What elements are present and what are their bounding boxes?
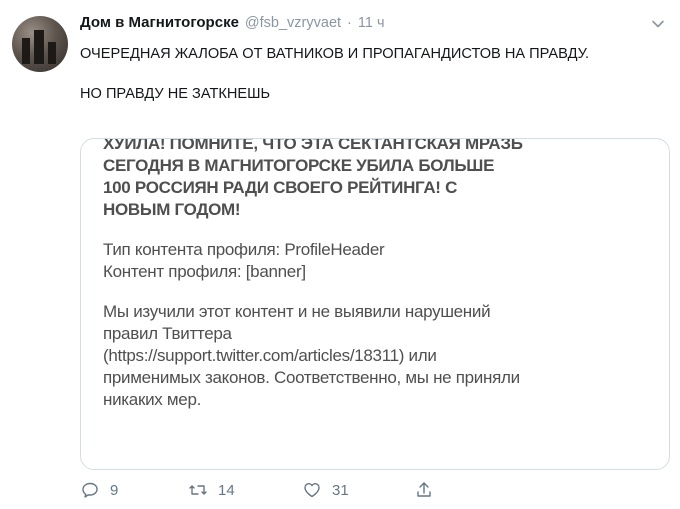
screenshot-line: ХУЙЛА! ПОМНИТЕ, ЧТО ЭТА СЕКТАНТСКАЯ МРАЗ… — [103, 138, 523, 153]
screenshot-line: Мы изучили этот контент и не выявили нар… — [103, 302, 491, 321]
retweet-icon — [189, 485, 207, 495]
chevron-down-icon[interactable] — [650, 16, 666, 32]
screenshot-line: применимых законов. Соответственно, мы н… — [103, 368, 520, 387]
screenshot-line: Тип контента профиля: ProfileHeader — [103, 240, 385, 259]
screenshot-line: правил Твиттера — [103, 324, 232, 343]
like-icon — [304, 483, 320, 498]
like-count: 31 — [332, 481, 349, 499]
tweet-text-line: ОЧЕРЕДНАЯ ЖАЛОБА ОТ ВАТНИКОВ И ПРОПАГАНД… — [80, 46, 589, 62]
screenshot-line: Контент профиля: [banner] — [103, 262, 306, 281]
screenshot-line: (https://support.twitter.com/articles/18… — [103, 346, 437, 365]
screenshot-line: 100 РОССИЯН РАДИ СВОЕГО РЕЙТИНГА! С — [103, 178, 458, 197]
tweet[interactable]: Дом в Магнитогорске @fsb_vzryvaet · 11 ч… — [0, 0, 680, 509]
separator: · — [347, 15, 352, 31]
tweet-header: Дом в Магнитогорске @fsb_vzryvaet · 11 ч — [80, 14, 640, 36]
avatar[interactable] — [12, 16, 68, 72]
like-button[interactable]: 31 — [302, 480, 349, 500]
retweet-count: 14 — [218, 481, 235, 499]
share-icon — [417, 482, 431, 497]
timestamp[interactable]: 11 ч — [358, 15, 385, 31]
share-button[interactable] — [414, 480, 434, 500]
reply-count: 9 — [110, 481, 119, 499]
reply-button[interactable]: 9 — [80, 480, 118, 500]
reply-icon — [82, 482, 98, 498]
tweet-text-line: НО ПРАВДУ НЕ ЗАТКНЕШЬ — [80, 86, 271, 102]
screenshot-text: ХУЙЛА! ПОМНИТЕ, ЧТО ЭТА СЕКТАНТСКАЯ МРАЗ… — [103, 139, 663, 411]
retweet-button[interactable]: 14 — [188, 480, 235, 500]
author-handle[interactable]: @fsb_vzryvaet — [245, 15, 341, 31]
author-name[interactable]: Дом в Магнитогорске — [80, 14, 239, 31]
screenshot-line: никаких мер. — [103, 390, 202, 409]
tweet-text: ОЧЕРЕДНАЯ ЖАЛОБА ОТ ВАТНИКОВ И ПРОПАГАНД… — [80, 44, 640, 104]
screenshot-line: СЕГОДНЯ В МАГНИТОГОРСКЕ УБИЛА БОЛЬШЕ — [103, 156, 495, 175]
attached-image[interactable]: ХУЙЛА! ПОМНИТЕ, ЧТО ЭТА СЕКТАНТСКАЯ МРАЗ… — [80, 138, 670, 470]
screenshot-line: НОВЫМ ГОДОМ! — [103, 200, 241, 219]
tweet-actions: 9 14 31 — [80, 480, 460, 504]
